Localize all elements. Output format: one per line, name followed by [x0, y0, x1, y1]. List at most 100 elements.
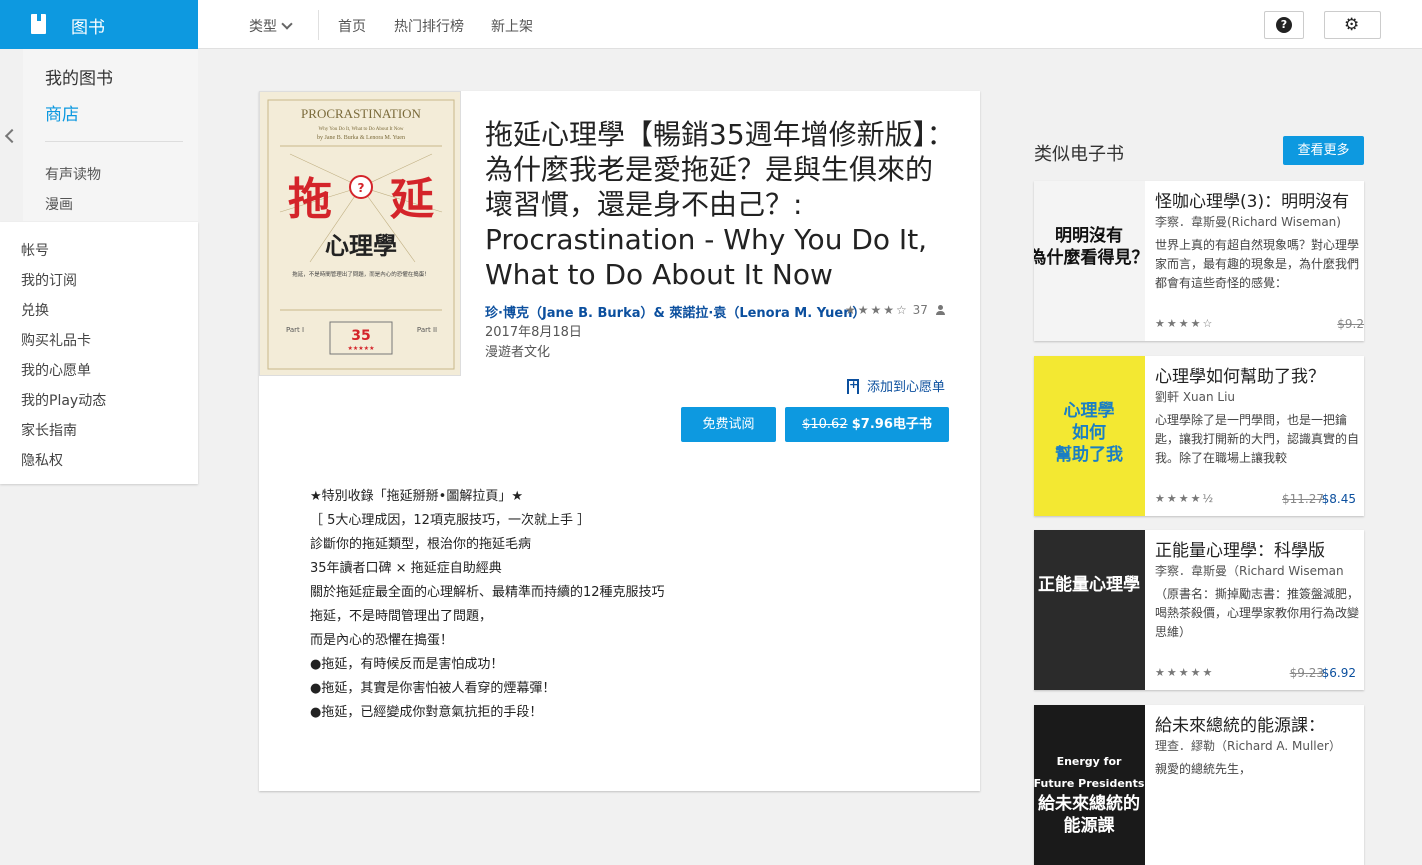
- book-title: 拖延心理學【暢銷35週年增修新版】：為什麼我老是愛拖延？是與生俱來的壞習慣，還是…: [485, 118, 955, 291]
- sidebar-divider: [45, 141, 183, 142]
- cover-text-line: 正能量心理學: [1038, 574, 1140, 595]
- similar-book-author[interactable]: 理查．繆勒（Richard A. Muller）: [1155, 737, 1364, 754]
- book-icon: [31, 14, 46, 34]
- cover-text-line: 能源課: [1064, 815, 1116, 836]
- svg-text:Part II: Part II: [417, 326, 437, 334]
- sidebar-comics[interactable]: 漫画: [45, 194, 73, 214]
- publisher[interactable]: 漫遊者文化: [485, 341, 550, 360]
- book-description: ★特別收錄「拖延掰掰•圖解拉頁」★ ［ 5大心理成因，12項克服技巧，一次就上手 …: [310, 485, 665, 725]
- cover-text-line: 給未來總統的: [1038, 793, 1140, 814]
- desc-line: ●拖延，已經變成你對意氣抗拒的手段！: [310, 705, 543, 720]
- price-new: $7.96电子书: [851, 417, 932, 432]
- cover-text-line: Energy for: [1057, 755, 1122, 768]
- similar-book-stars: ★★★★½: [1155, 492, 1216, 505]
- svg-text:心理學: 心理學: [325, 232, 397, 260]
- similar-book-card[interactable]: Energy for Future Presidents 給未來總統的 能源課 給未來…: [1034, 705, 1364, 865]
- book-authors[interactable]: 珍·博克（Jane B. Burka）& 萊諾拉·袁（Lenora M. Yue…: [485, 302, 866, 321]
- similar-book-card[interactable]: 正能量心理學 正能量心理學：科學版 李察．韋斯曼（Richard Wiseman…: [1034, 530, 1364, 690]
- nav-home[interactable]: 首页: [338, 16, 366, 36]
- similar-book-desc: 親愛的總統先生，: [1155, 762, 1252, 776]
- collapse-sidebar-icon[interactable]: [4, 128, 20, 144]
- add-to-wishlist[interactable]: 添加到心愿单: [847, 376, 945, 395]
- similar-book-cover[interactable]: 心理學 如何 幫助了我: [1034, 356, 1145, 516]
- desc-line: ★特別收錄「拖延掰掰•圖解拉頁」★: [310, 489, 523, 504]
- chevron-down-icon: [281, 18, 293, 30]
- cover-text-line: 明明沒有: [1055, 225, 1123, 246]
- see-more-button[interactable]: 查看更多: [1283, 136, 1364, 165]
- settings-button[interactable]: ⚙: [1324, 11, 1381, 39]
- category-label: 类型: [249, 19, 277, 35]
- free-sample-button[interactable]: 免费试阅: [681, 407, 776, 442]
- gear-icon: ⚙: [1344, 15, 1360, 35]
- similar-book-title[interactable]: 心理學如何幫助了我？: [1155, 362, 1364, 387]
- account-item-subscriptions[interactable]: 我的订阅: [21, 270, 77, 290]
- account-menu: 帐号 我的订阅 兑换 购买礼品卡 我的心愿单 我的Play动态 家长指南 隐私权: [0, 222, 198, 484]
- sidebar-store[interactable]: 商店: [45, 100, 79, 125]
- desc-line: ●拖延，其實是你害怕被人看穿的煙幕彈！: [310, 681, 556, 696]
- desc-line: ［ 5大心理成因，12項克服技巧，一次就上手 ］: [310, 513, 591, 528]
- account-item-privacy[interactable]: 隐私权: [21, 450, 63, 470]
- similar-book-new-price[interactable]: $8.45: [1322, 492, 1356, 506]
- similar-book-title[interactable]: 正能量心理學：科學版: [1155, 536, 1364, 561]
- account-item-parent-guide[interactable]: 家长指南: [21, 420, 77, 440]
- account-item-play-activity[interactable]: 我的Play动态: [21, 390, 106, 410]
- similar-book-desc: 心理學除了是一門學問，也是一把鑰匙，讓我打開新的大門，認識真實的自我。除了在職場…: [1155, 413, 1359, 465]
- similar-book-author[interactable]: 李察．韋斯曼（Richard Wiseman: [1155, 562, 1364, 579]
- rating-stars: ★★★★☆: [845, 303, 909, 317]
- app-brand[interactable]: 图书: [0, 0, 198, 49]
- similar-book-title[interactable]: 怪咖心理學(3)：明明沒有: [1155, 187, 1364, 212]
- account-item-wishlist[interactable]: 我的心愿单: [21, 360, 91, 380]
- similar-book-title[interactable]: 給未來總統的能源課：: [1155, 711, 1364, 736]
- book-cover-art: PROCRASTINATION Why You Do It, What to D…: [267, 99, 455, 370]
- top-bar: 图书 类型 首页 热门排行榜 新上架 ? ⚙: [0, 0, 1422, 49]
- similar-book-old-price: $9.23: [1289, 666, 1324, 680]
- help-button[interactable]: ?: [1264, 11, 1304, 39]
- similar-book-desc: （原書名：撕掉勵志書：推簽盤減肥，喝熱茶殺價，心理學家教你用行為改變思維）: [1155, 587, 1359, 639]
- desc-line: 而是內心的恐懼在搗蛋！: [310, 633, 454, 648]
- desc-line: 關於拖延症最全面的心理解析、最精準而持續的12種克服技巧: [310, 585, 665, 600]
- similar-book-card[interactable]: 心理學 如何 幫助了我 心理學如何幫助了我？ 劉軒 Xuan Liu 心理學除了是一…: [1034, 356, 1364, 516]
- similar-book-stars: ★★★★☆: [1155, 317, 1215, 330]
- publish-date: 2017年8月18日: [485, 325, 582, 340]
- similar-book-author[interactable]: 李察．韋斯曼(Richard Wiseman): [1155, 213, 1364, 230]
- svg-text:拖延，不是時間管理出了問題，而是內心的恐懼在搗蛋！: 拖延，不是時間管理出了問題，而是內心的恐懼在搗蛋！: [292, 270, 430, 278]
- book-cover[interactable]: PROCRASTINATION Why You Do It, What to D…: [259, 91, 461, 376]
- app-name: 图书: [71, 18, 105, 38]
- nav-top-charts[interactable]: 热门排行榜: [394, 16, 464, 36]
- similar-book-cover[interactable]: 明明沒有 為什麼看得見？: [1034, 181, 1145, 341]
- buy-ebook-button[interactable]: $10.62 $7.96电子书: [785, 407, 949, 442]
- similar-heading: 类似电子书: [1034, 144, 1124, 165]
- cover-text-line: 幫助了我: [1055, 444, 1123, 465]
- desc-line: 拖延，不是時間管理出了問題，: [310, 609, 493, 624]
- nav-divider: [318, 10, 319, 40]
- help-icon: ?: [1276, 17, 1292, 33]
- account-item-account[interactable]: 帐号: [21, 240, 49, 260]
- wishlist-label: 添加到心愿单: [867, 380, 946, 395]
- similar-book-card[interactable]: 明明沒有 為什麼看得見？ 怪咖心理學(3)：明明沒有 李察．韋斯曼(Richard…: [1034, 181, 1364, 341]
- svg-text:Part I: Part I: [286, 326, 304, 334]
- nav-new-releases[interactable]: 新上架: [491, 16, 533, 36]
- similar-book-new-price[interactable]: $6.92: [1322, 666, 1356, 680]
- desc-line: ●拖延，有時候反而是害怕成功！: [310, 657, 504, 672]
- similar-book-desc: 世界上真的有超自然現象嗎？對心理學家而言，最有趣的現象是，為什麼我們都會有這些奇…: [1155, 238, 1359, 290]
- book-rating: ★★★★☆ 37: [845, 303, 945, 317]
- account-item-redeem[interactable]: 兑换: [21, 300, 49, 320]
- similar-book-stars: ★★★★★: [1155, 666, 1215, 679]
- similar-book-cover[interactable]: 正能量心理學: [1034, 530, 1145, 690]
- cover-text-line: 為什麼看得見？: [1034, 247, 1145, 268]
- similar-book-author[interactable]: 劉軒 Xuan Liu: [1155, 388, 1364, 405]
- cover-text-line: Future Presidents: [1034, 777, 1145, 790]
- svg-text:PROCRASTINATION: PROCRASTINATION: [301, 106, 422, 121]
- cover-text-line: 心理學: [1064, 401, 1115, 421]
- sidebar-audiobooks[interactable]: 有声读物: [45, 164, 101, 184]
- similar-book-cover[interactable]: Energy for Future Presidents 給未來總統的 能源課: [1034, 705, 1145, 865]
- desc-line: 診斷你的拖延類型，根治你的拖延毛病: [310, 537, 532, 552]
- similar-book-old-price: $9.2: [1337, 317, 1364, 331]
- sidebar-my-books[interactable]: 我的图书: [45, 64, 113, 89]
- account-item-gift-card[interactable]: 购买礼品卡: [21, 330, 91, 350]
- rating-count: 37: [912, 303, 928, 317]
- desc-line: 35年讀者口碑 × 拖延症自助經典: [310, 561, 502, 576]
- cover-text-line: 如何: [1072, 422, 1106, 443]
- svg-text:拖: 拖: [288, 174, 332, 225]
- category-dropdown[interactable]: 类型: [249, 16, 293, 36]
